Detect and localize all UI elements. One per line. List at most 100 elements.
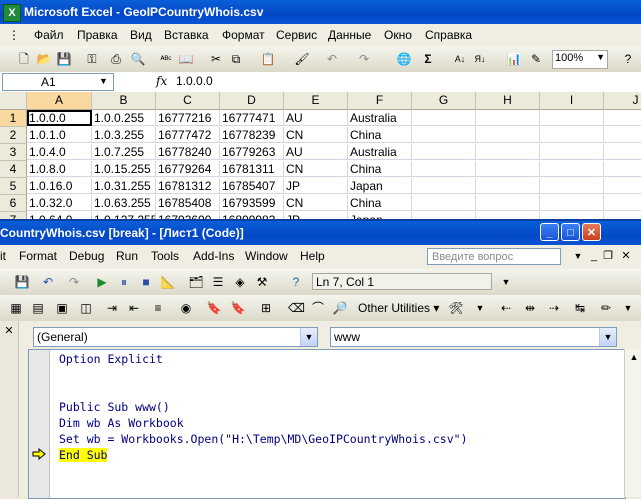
toggle-breakpoint-icon[interactable]: ◉ [178,300,194,316]
grid-cell[interactable] [540,195,604,211]
grid-cell[interactable]: Australia [348,144,412,160]
list-constants-icon[interactable]: ▤ [30,300,46,316]
grid-cell[interactable] [604,127,641,143]
menu-view[interactable]: Вид [130,28,152,42]
grid-cell[interactable] [604,178,641,194]
grid-cell[interactable]: 16781312 [156,178,220,194]
grid-cell[interactable]: 1.0.15.255 [92,161,156,177]
grid-cell[interactable] [540,144,604,160]
grid-cell[interactable]: 16777216 [156,110,220,126]
column-header[interactable]: C [156,92,220,110]
grid-cell[interactable]: 16777472 [156,127,220,143]
help-icon[interactable]: ? [288,274,304,290]
reset-icon[interactable]: ■ [138,274,154,290]
grid-cell[interactable]: 16779264 [156,161,220,177]
grid-cell[interactable]: 16793599 [220,195,284,211]
grid-cell[interactable] [604,144,641,160]
chart-wizard-icon[interactable]: 📊 [506,51,522,67]
function-icon[interactable]: fx [156,74,167,88]
grid-cell[interactable]: 16785407 [220,178,284,194]
print-preview-icon[interactable]: 🔍 [130,51,146,67]
grid-cell[interactable]: 1.0.63.255 [92,195,156,211]
menu-format[interactable]: Format [19,249,57,263]
print-icon[interactable]: ⎙ [108,51,124,67]
clear-bookmarks-icon[interactable]: ⊞ [258,300,274,316]
grid-cell[interactable] [412,195,476,211]
new-icon[interactable]: 🗋 [16,51,32,67]
column-header[interactable]: I [540,92,604,110]
properties-icon[interactable]: ☰ [210,274,226,290]
grid-cell[interactable]: China [348,127,412,143]
grid-cell[interactable]: China [348,161,412,177]
grid-cell[interactable]: 16778240 [156,144,220,160]
menu-format[interactable]: Формат [222,28,265,42]
row-header[interactable]: 6 [0,195,27,212]
grid-cell[interactable]: 16781311 [220,161,284,177]
chevron-down-icon[interactable]: ▼ [599,328,616,346]
vertical-scrollbar[interactable]: ▲ [624,349,641,497]
hyperlink-icon[interactable]: 🌐 [396,51,412,67]
grid-cell[interactable]: China [348,195,412,211]
grid-cell[interactable]: AU [284,110,348,126]
formula-input[interactable]: 1.0.0.0 [176,74,213,88]
copy-icon[interactable]: ⧉ [228,51,244,67]
menu-help[interactable]: Help [300,249,325,263]
open-icon[interactable]: 📂 [36,51,52,67]
grid-cell[interactable] [412,127,476,143]
row-header[interactable]: 1 [0,110,27,127]
chevron-down-icon[interactable]: ▼ [300,328,317,346]
grid-cell[interactable]: 16785408 [156,195,220,211]
menu-debug[interactable]: Debug [69,249,104,263]
grid-cell[interactable] [412,161,476,177]
grid-cell[interactable]: 16779263 [220,144,284,160]
grid-cell[interactable] [604,195,641,211]
quick-info-icon[interactable]: ▣ [54,300,70,316]
paste-icon[interactable]: 📋 [260,51,276,67]
research-icon[interactable]: 📖 [178,51,194,67]
grid-cell[interactable]: 1.0.8.0 [27,161,92,177]
sort-ascending-icon[interactable]: A↓ [452,51,468,67]
run-icon[interactable]: ▶ [94,274,110,290]
grid-cell[interactable] [412,144,476,160]
column-header[interactable]: J [604,92,641,110]
redo-icon[interactable]: ↷ [356,51,372,67]
break-icon[interactable]: ⏸ [116,274,132,290]
menu-edit[interactable]: it [0,249,6,263]
find-icon[interactable]: 🔎 [332,300,348,316]
grid-cell[interactable]: 1.0.7.255 [92,144,156,160]
undo-icon[interactable]: ↶ [40,274,56,290]
spelling-icon[interactable]: ᴬᴮᶜ [158,51,174,67]
align-left-icon[interactable]: ⇠ [498,300,514,316]
menu-window[interactable]: Window [245,249,288,263]
close-pane-icon[interactable]: ✕ [1,323,17,339]
bookmark-icon[interactable]: 🔖 [206,300,222,316]
menu-insert[interactable]: Вставка [164,28,209,42]
scroll-up-icon[interactable]: ▲ [626,349,641,365]
excel-app-icon[interactable]: X [3,4,21,22]
parameter-info-icon[interactable]: ◫ [78,300,94,316]
grid-cell[interactable] [476,110,540,126]
row-header[interactable]: 2 [0,127,27,144]
close-button[interactable]: ✕ [582,223,601,241]
uncomment-icon[interactable]: ⌒ [310,300,326,316]
grid-cell[interactable]: CN [284,161,348,177]
grid-cell[interactable]: 1.0.32.0 [27,195,92,211]
indent-icon[interactable]: ⇥ [104,300,120,316]
object-combo[interactable]: (General) ▼ [33,327,318,347]
menu-add-ins[interactable]: Add-Ins [193,249,234,263]
toolbar-options-icon[interactable]: ▼ [620,300,636,316]
help-icon[interactable]: ? [620,51,636,67]
eraser-icon[interactable]: ⌫ [288,300,305,316]
grid-cell[interactable]: 1.0.1.0 [27,127,92,143]
procedure-combo[interactable]: www ▼ [330,327,617,347]
menu-edit[interactable]: Правка [77,28,118,42]
pencil-icon[interactable]: ✏ [598,300,614,316]
menu-data[interactable]: Данные [328,28,371,42]
grid-cell[interactable]: AU [284,144,348,160]
cut-icon[interactable]: ✂ [208,51,224,67]
grid-cell[interactable]: 1.0.31.255 [92,178,156,194]
align-right-icon[interactable]: ⇢ [546,300,562,316]
list-properties-icon[interactable]: ▦ [8,300,24,316]
row-header[interactable]: 4 [0,161,27,178]
comment-icon[interactable]: ≡ [150,300,166,316]
